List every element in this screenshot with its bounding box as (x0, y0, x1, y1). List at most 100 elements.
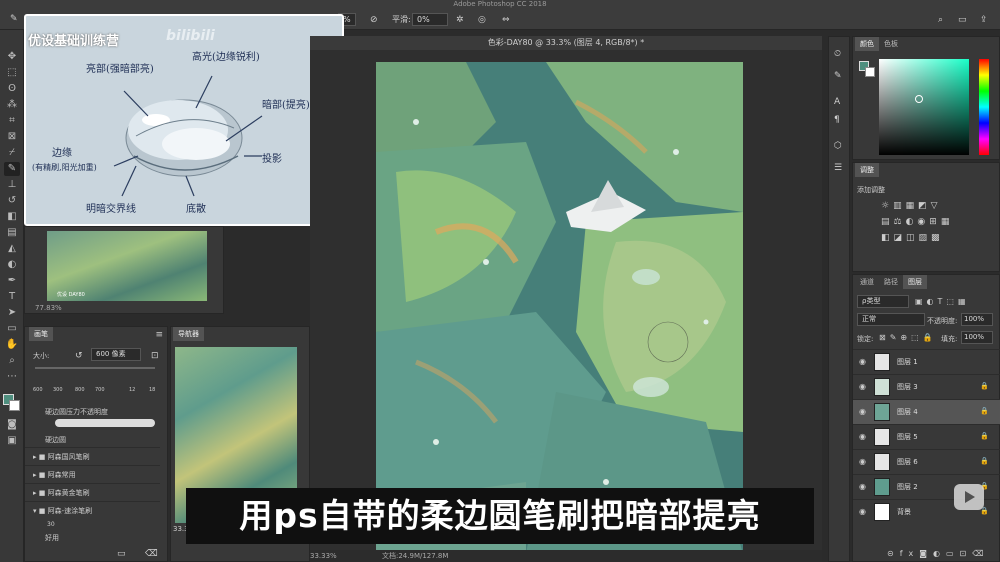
layer-row[interactable]: ◉ 图层 5 🔒 (853, 424, 1000, 449)
adjustment-icons-row-2[interactable]: ▤⚖◐◉⊞▦ (881, 217, 953, 227)
brush-settings-icon[interactable]: ✎ (834, 71, 842, 81)
layer-name[interactable]: 图层 1 (897, 357, 918, 367)
workspace-icon[interactable]: ▭ (958, 15, 967, 25)
magic-wand-tool-icon[interactable]: ⁂ (4, 98, 20, 112)
current-brush-name[interactable]: 好用 (45, 533, 59, 543)
history-icon[interactable]: ⏲ (834, 49, 841, 59)
pen-tool-icon[interactable]: ✒ (4, 274, 20, 288)
brush-tool-icon[interactable]: ✎ (4, 162, 20, 176)
crop-tool-icon[interactable]: ⌗ (4, 114, 20, 128)
color-picker-ring[interactable] (915, 95, 923, 103)
eyedropper-tool-icon[interactable]: ⌿ (4, 146, 20, 160)
tab-brush[interactable]: 画笔 (29, 327, 53, 341)
type-tool-icon[interactable]: T (4, 290, 20, 304)
canvas-artwork[interactable] (376, 62, 743, 554)
zoom-tool-icon[interactable]: ⌕ (4, 354, 20, 368)
color-field[interactable] (879, 59, 969, 155)
layers-footer-icons[interactable]: ⊝fx◙◐▭⊡⌫ (887, 549, 990, 558)
panel-menu-icon[interactable]: ≡ (155, 330, 163, 340)
background-color-swatch[interactable] (9, 400, 20, 411)
preset-size[interactable]: 12 (129, 387, 135, 393)
more-tools-icon[interactable]: ⋯ (4, 370, 20, 384)
eye-icon[interactable]: ◉ (859, 357, 868, 366)
tab-channels[interactable]: 通道 (855, 275, 879, 289)
eye-icon[interactable]: ◉ (859, 432, 868, 441)
preset-size[interactable]: 700 (95, 387, 105, 393)
character-icon[interactable]: A (834, 97, 840, 107)
document-tab[interactable]: 色彩-DAY80 @ 33.3% (图层 4, RGB/8*) * (310, 36, 822, 50)
eraser-tool-icon[interactable]: ◧ (4, 210, 20, 224)
bg-color-swatch[interactable] (865, 67, 875, 77)
eye-icon[interactable]: ◉ (859, 382, 868, 391)
eye-icon[interactable]: ◉ (859, 507, 868, 516)
new-folder-icon[interactable]: ▭ (117, 549, 126, 559)
hand-tool-icon[interactable]: ✋ (4, 338, 20, 352)
blend-mode-select[interactable]: 正常 (857, 313, 925, 326)
move-tool-icon[interactable]: ✥ (4, 50, 20, 64)
tab-color[interactable]: 颜色 (855, 37, 879, 51)
preset-label-1[interactable]: 硬边圆压力不透明度 (45, 407, 108, 417)
share-icon[interactable]: ⇪ (980, 15, 988, 25)
tab-navigator[interactable]: 导航器 (173, 327, 204, 341)
size-slider[interactable] (35, 367, 155, 369)
new-brush-icon[interactable]: ⊡ (151, 351, 159, 361)
tab-paths[interactable]: 路径 (879, 275, 903, 289)
tab-adjustments[interactable]: 调整 (855, 163, 879, 177)
filter-icons[interactable]: ▣◐T⬚▦ (915, 297, 970, 306)
preset-size[interactable]: 18 (149, 387, 155, 393)
shape-tool-icon[interactable]: ▭ (4, 322, 20, 336)
gradient-tool-icon[interactable]: ▤ (4, 226, 20, 240)
adjustment-icons-row-3[interactable]: ◧◪◫▨▩ (881, 233, 944, 243)
reset-icon[interactable]: ↺ (75, 351, 83, 361)
airbrush-icon[interactable]: ⊘ (370, 15, 378, 25)
blur-tool-icon[interactable]: ◭ (4, 242, 20, 256)
marquee-tool-icon[interactable]: ⬚ (4, 66, 20, 80)
adjustment-icons-row-1[interactable]: ☼▥▦◩▽ (881, 201, 942, 211)
quick-mask-icon[interactable]: ◙ (4, 418, 20, 432)
brush-group[interactable]: ▸ ■ 阿森常用 (25, 465, 160, 483)
symmetry-icon[interactable]: ⇔ (502, 15, 510, 25)
preset-size[interactable]: 300 (53, 387, 63, 393)
search-icon[interactable]: ⌕ (938, 15, 943, 25)
preset-size[interactable]: 600 (33, 387, 43, 393)
eye-icon[interactable]: ◉ (859, 482, 868, 491)
layer-row[interactable]: ◉ 图层 1 (853, 349, 1000, 374)
layer-filter-select[interactable]: ρ类型 (857, 295, 909, 308)
lasso-tool-icon[interactable]: ʘ (4, 82, 20, 96)
stamp-tool-icon[interactable]: ⊥ (4, 178, 20, 192)
layer-name[interactable]: 图层 5 (897, 432, 918, 442)
fill-field[interactable]: 100% (961, 331, 993, 344)
paragraph-icon[interactable]: ¶ (834, 115, 840, 125)
dodge-tool-icon[interactable]: ◐ (4, 258, 20, 272)
brush-size-field[interactable]: 600 像素 (91, 348, 141, 361)
tab-layers[interactable]: 图层 (903, 275, 927, 289)
brush-tool-preset-icon[interactable]: ✎ (10, 14, 18, 24)
brush-group[interactable]: ▾ ■ 阿森-速涂笔刷 (25, 501, 160, 519)
path-selection-tool-icon[interactable]: ➤ (4, 306, 20, 320)
pressure-icon[interactable]: ◎ (478, 15, 486, 25)
brush-group[interactable]: ▸ ■ 阿森黄金笔刷 (25, 483, 160, 501)
preset-size[interactable]: 800 (75, 387, 85, 393)
trash-icon[interactable]: ⌫ (145, 549, 158, 559)
layer-row[interactable]: ◉ 图层 6 🔒 (853, 449, 1000, 474)
gear-icon[interactable]: ✲ (456, 15, 464, 25)
layer-row-active[interactable]: ◉ 图层 4 🔒 (853, 399, 1000, 424)
layer-name[interactable]: 图层 4 (897, 407, 918, 417)
layer-name[interactable]: 图层 2 (897, 482, 918, 492)
hue-slider[interactable] (979, 59, 989, 155)
eye-icon[interactable]: ◉ (859, 457, 868, 466)
eye-icon[interactable]: ◉ (859, 407, 868, 416)
layer-name[interactable]: 图层 6 (897, 457, 918, 467)
opacity-field[interactable]: 100% (961, 313, 993, 326)
tab-swatches[interactable]: 色板 (879, 37, 903, 51)
3d-icon[interactable]: ⬡ (834, 141, 842, 151)
history-brush-tool-icon[interactable]: ↺ (4, 194, 20, 208)
screen-mode-icon[interactable]: ▣ (4, 434, 20, 448)
brush-group[interactable]: ▸ ■ 阿森国风笔刷 (25, 447, 160, 465)
zoom-readout[interactable]: 33.33% (310, 550, 337, 562)
layer-row[interactable]: ◉ 图层 3 🔒 (853, 374, 1000, 399)
smoothing-field[interactable]: 0% (412, 12, 448, 26)
lock-icons[interactable]: ⊠✎⊕⬚🔒 (879, 333, 937, 342)
layer-name[interactable]: 图层 3 (897, 382, 918, 392)
frame-tool-icon[interactable]: ⊠ (4, 130, 20, 144)
